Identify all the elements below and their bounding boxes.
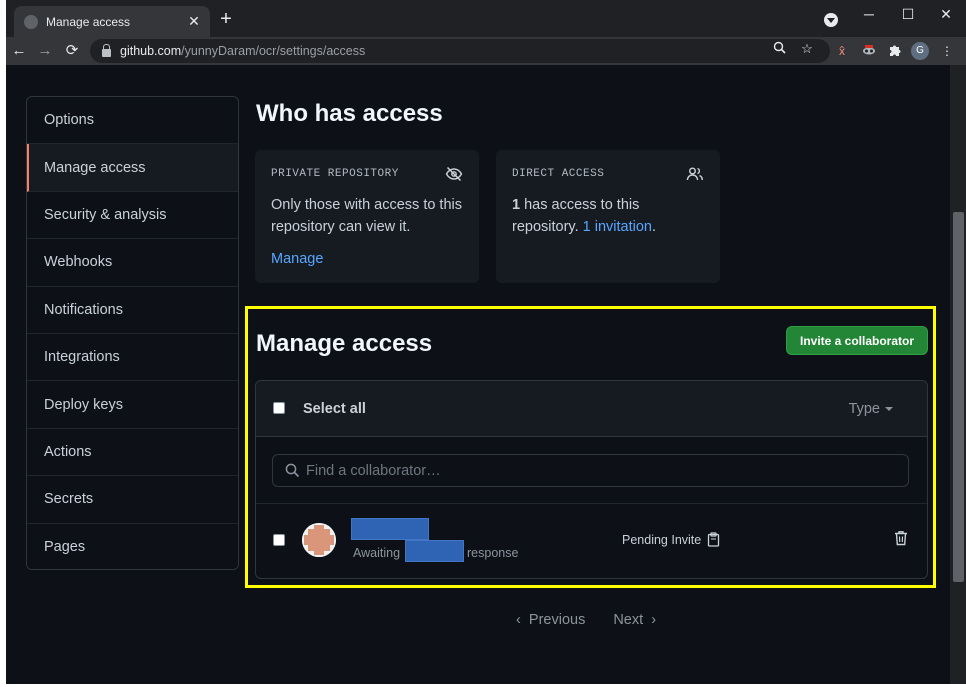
direct-access-count: 1 [512, 197, 521, 213]
redacted-username[interactable] [351, 518, 429, 540]
browser-tab[interactable]: Manage access ✕ [14, 6, 210, 37]
pagination: ‹ Previous Next › [516, 612, 656, 628]
select-all-label: Select all [303, 401, 366, 417]
direct-access-text: 1 has access to this repository. 1 invit… [512, 194, 704, 238]
chevron-right-icon: › [651, 612, 657, 628]
direct-access-card: DIRECT ACCESS 1 has access to this repos… [496, 150, 720, 283]
reload-icon[interactable]: ⟳ [62, 41, 82, 61]
sidebar-item-manage-access[interactable]: Manage access [27, 144, 238, 192]
private-repository-text: Only those with access to this repositor… [271, 197, 462, 235]
search-icon [285, 463, 300, 478]
sidebar-item-secrets[interactable]: Secrets [27, 476, 238, 524]
forward-arrow-icon[interactable]: → [35, 41, 55, 61]
tab-title: Manage access [46, 14, 131, 29]
new-tab-button[interactable]: + [216, 9, 236, 29]
awaiting-suffix: response [467, 546, 519, 560]
address-bar[interactable]: github.com /yunnyDaram/ocr/settings/acce… [90, 39, 830, 63]
scrollbar-thumb[interactable] [953, 212, 964, 582]
eye-closed-icon [445, 166, 463, 182]
private-repository-label: PRIVATE REPOSITORY [271, 168, 399, 180]
invite-collaborator-button[interactable]: Invite a collaborator [786, 326, 928, 355]
collaborators-box: Select all Type Find a collaborator… Awa… [255, 380, 928, 579]
tab-search-icon[interactable] [824, 13, 838, 27]
previous-page-button[interactable]: ‹ Previous [516, 612, 585, 628]
toolbar: ← → ⟳ github.com /yunnyDaram/ocr/setting… [6, 37, 966, 65]
url-host: github.com [120, 44, 182, 58]
select-all-checkbox[interactable] [273, 402, 285, 414]
sidebar-item-actions[interactable]: Actions [27, 428, 238, 477]
avatar[interactable] [302, 523, 336, 557]
tab-close-icon[interactable]: ✕ [186, 13, 202, 30]
github-favicon-icon [24, 14, 38, 29]
settings-sidebar: Options Manage access Security & analysi… [26, 96, 239, 570]
sidebar-item-webhooks[interactable]: Webhooks [27, 239, 238, 287]
collaborator-checkbox[interactable] [273, 534, 285, 546]
tab-bar: Manage access ✕ + ─ ☐ ✕ [6, 0, 966, 37]
find-collaborator-field[interactable] [272, 454, 909, 487]
browser-menu-icon[interactable]: ⋮ [939, 43, 955, 59]
previous-label: Previous [528, 612, 586, 628]
url-path: /yunnyDaram/ocr/settings/access [181, 44, 366, 58]
pending-invite-label: Pending Invite [622, 532, 702, 547]
invitation-link[interactable]: 1 invitation [583, 219, 652, 235]
browser-window: Manage access ✕ + ─ ☐ ✕ ← → ⟳ github.com… [6, 0, 966, 684]
caret-down-icon [885, 407, 893, 412]
trash-icon[interactable] [894, 530, 908, 546]
collaborator-row: Awaiting response Pending Invite [256, 504, 927, 578]
extensions-puzzle-icon[interactable] [887, 43, 903, 59]
sidebar-item-deploy-keys[interactable]: Deploy keys [27, 381, 238, 429]
search-row [256, 437, 927, 504]
redacted-name [405, 540, 464, 562]
next-label: Next [613, 612, 644, 628]
extension-mask-icon[interactable] [861, 43, 877, 59]
github-settings-page: Options Manage access Security & analysi… [6, 65, 950, 684]
bookmark-star-icon[interactable]: ☆ [798, 41, 816, 57]
close-window-button[interactable]: ✕ [931, 4, 961, 24]
identicon-avatar-icon [302, 523, 336, 557]
minimize-button[interactable]: ─ [854, 4, 884, 24]
who-has-access-title: Who has access [256, 100, 443, 127]
direct-access-period: . [651, 219, 657, 235]
extension-translate-icon[interactable]: x̂ [834, 43, 850, 59]
chevron-left-icon: ‹ [516, 612, 521, 628]
type-filter-label: Type [848, 401, 880, 417]
find-collaborator-input[interactable] [306, 462, 886, 479]
people-icon [686, 167, 703, 181]
sidebar-item-security-analysis[interactable]: Security & analysis [27, 191, 238, 240]
pending-invite-status[interactable]: Pending Invite [622, 532, 720, 547]
type-filter-dropdown[interactable]: Type [849, 401, 893, 417]
sidebar-item-options[interactable]: Options [27, 97, 238, 145]
clipboard-icon[interactable] [707, 532, 720, 547]
private-repository-card: PRIVATE REPOSITORY Only those with acces… [255, 150, 479, 283]
sidebar-item-integrations[interactable]: Integrations [27, 333, 238, 382]
maximize-button[interactable]: ☐ [893, 4, 923, 24]
next-page-button[interactable]: Next › [613, 612, 656, 628]
profile-avatar[interactable]: G [911, 42, 929, 60]
zoom-icon[interactable] [770, 41, 788, 57]
lock-icon [102, 44, 111, 57]
manage-link[interactable]: Manage [271, 248, 463, 270]
sidebar-item-pages[interactable]: Pages [27, 523, 238, 569]
back-arrow-icon[interactable]: ← [9, 41, 29, 61]
sidebar-item-notifications[interactable]: Notifications [27, 286, 238, 334]
awaiting-prefix: Awaiting [353, 546, 401, 560]
manage-access-title: Manage access [256, 330, 433, 357]
direct-access-label: DIRECT ACCESS [512, 168, 605, 180]
collaborators-box-header: Select all Type [256, 381, 927, 437]
